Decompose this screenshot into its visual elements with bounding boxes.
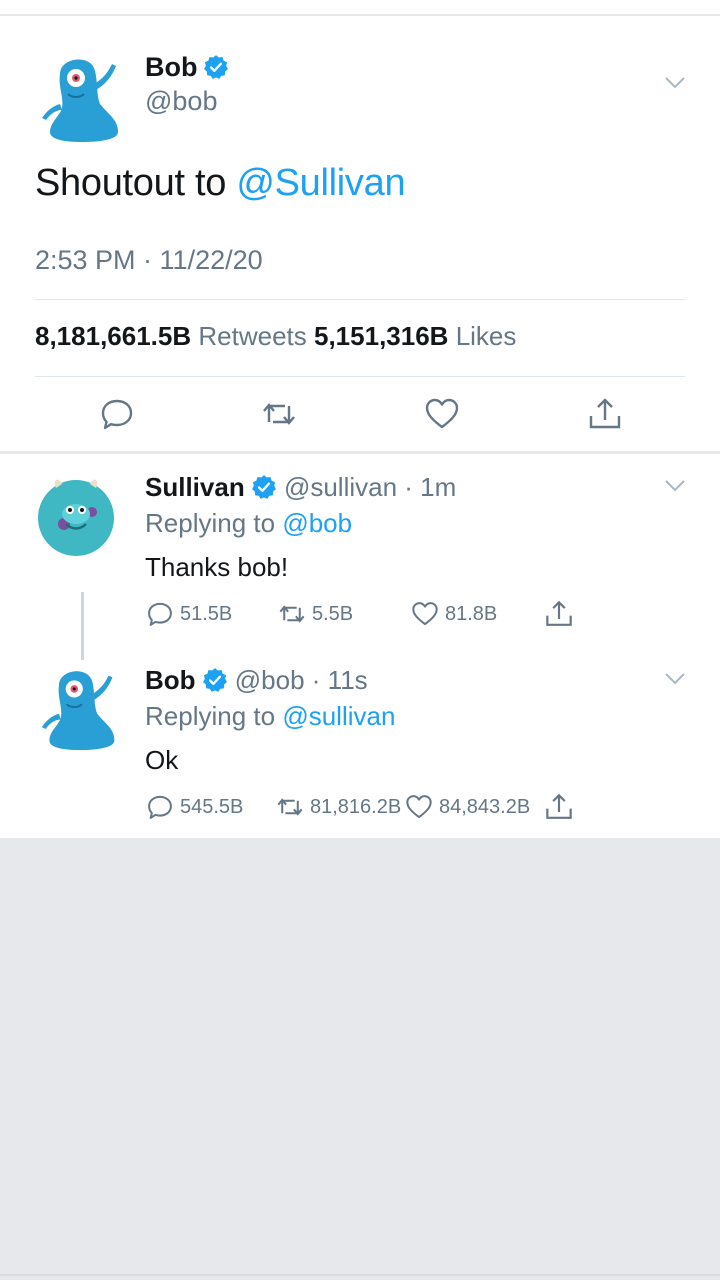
like-count[interactable]: 84,843.2B — [405, 793, 530, 821]
avatar-bob[interactable] — [38, 54, 126, 142]
share-icon[interactable] — [544, 792, 574, 822]
reply-count[interactable]: 51.5B — [146, 600, 232, 628]
replying-to: Replying to @bob — [145, 508, 352, 539]
like-count-value: 81.8B — [445, 602, 498, 625]
retweet-icon[interactable] — [261, 396, 297, 432]
reply-time: · 1m — [404, 472, 457, 502]
reply-time: · 11s — [311, 665, 368, 695]
thread-connector — [81, 592, 84, 660]
tweet-text-plain: Shoutout to — [35, 162, 237, 204]
replying-to-prefix: Replying to — [145, 508, 283, 538]
like-count[interactable]: 81.8B — [411, 600, 497, 628]
retweet-icon — [279, 605, 305, 623]
reply-text: Thanks bob! — [145, 552, 289, 582]
mention-link[interactable]: @Sullivan — [236, 162, 405, 204]
tweet-timestamp[interactable]: 2:53 PM · 11/22/20 — [35, 245, 263, 276]
like-icon[interactable] — [424, 396, 460, 432]
reply-header: Bob @bob · 11s — [145, 665, 368, 696]
reply-author-handle[interactable]: @sullivan — [284, 472, 397, 502]
chevron-down-icon[interactable] — [664, 479, 686, 493]
tweet-text: Shoutout to @Sullivan — [35, 162, 406, 205]
retweet-count-value: 81,816.2B — [310, 795, 402, 818]
author-handle[interactable]: @bob — [145, 86, 217, 117]
likes-label[interactable]: Likes — [456, 321, 517, 351]
author-name[interactable]: Bob — [145, 52, 229, 83]
reply-icon — [148, 602, 172, 626]
section-separator — [0, 451, 720, 454]
replying-to: Replying to @sullivan — [145, 701, 395, 732]
share-icon[interactable] — [544, 599, 574, 629]
reply-count[interactable]: 545.5B — [146, 793, 243, 821]
like-icon — [406, 795, 432, 819]
author-name-text: Bob — [145, 52, 198, 82]
retweet-count[interactable]: 81,816.2B — [276, 793, 401, 821]
retweet-icon — [277, 798, 303, 816]
verified-badge-icon — [251, 475, 276, 499]
tweet-stats: 8,181,661.5B Retweets 5,151,316B Likes — [35, 321, 516, 352]
like-count-value: 84,843.2B — [439, 795, 531, 818]
reply-text: Ok — [145, 745, 179, 775]
reply-icon — [148, 795, 172, 819]
likes-count[interactable]: 5,151,316B — [314, 321, 448, 351]
bottom-divider — [0, 1274, 720, 1276]
reply-header: Sullivan @sullivan · 1m — [145, 472, 456, 503]
retweets-count[interactable]: 8,181,661.5B — [35, 321, 191, 351]
retweets-label[interactable]: Retweets — [198, 321, 306, 351]
tweet-thread: Bob @bob Shoutout to @Sullivan 2:53 PM ·… — [0, 16, 720, 838]
share-icon[interactable] — [587, 396, 623, 432]
retweet-count-value: 5.5B — [312, 602, 354, 625]
top-divider — [0, 0, 720, 16]
reply-icon[interactable] — [99, 396, 135, 432]
replying-to-prefix: Replying to — [145, 701, 283, 731]
avatar-bob[interactable] — [38, 666, 122, 750]
chevron-down-icon[interactable] — [664, 76, 686, 90]
reply-author-handle[interactable]: @bob — [235, 665, 305, 695]
chevron-down-icon[interactable] — [664, 672, 686, 686]
verified-badge-icon — [202, 668, 227, 692]
reply-author-name[interactable]: Sullivan — [145, 472, 245, 502]
reply-count-value: 545.5B — [180, 795, 244, 818]
divider — [35, 376, 685, 377]
replying-to-handle[interactable]: @sullivan — [282, 701, 395, 731]
divider — [35, 299, 685, 300]
verified-badge-icon — [204, 55, 229, 79]
reply-count-value: 51.5B — [180, 602, 233, 625]
avatar-sullivan[interactable] — [34, 474, 118, 558]
replying-to-handle[interactable]: @bob — [282, 508, 352, 538]
like-icon — [412, 602, 438, 626]
retweet-count[interactable]: 5.5B — [278, 600, 353, 628]
reply-author-name[interactable]: Bob — [145, 665, 196, 695]
